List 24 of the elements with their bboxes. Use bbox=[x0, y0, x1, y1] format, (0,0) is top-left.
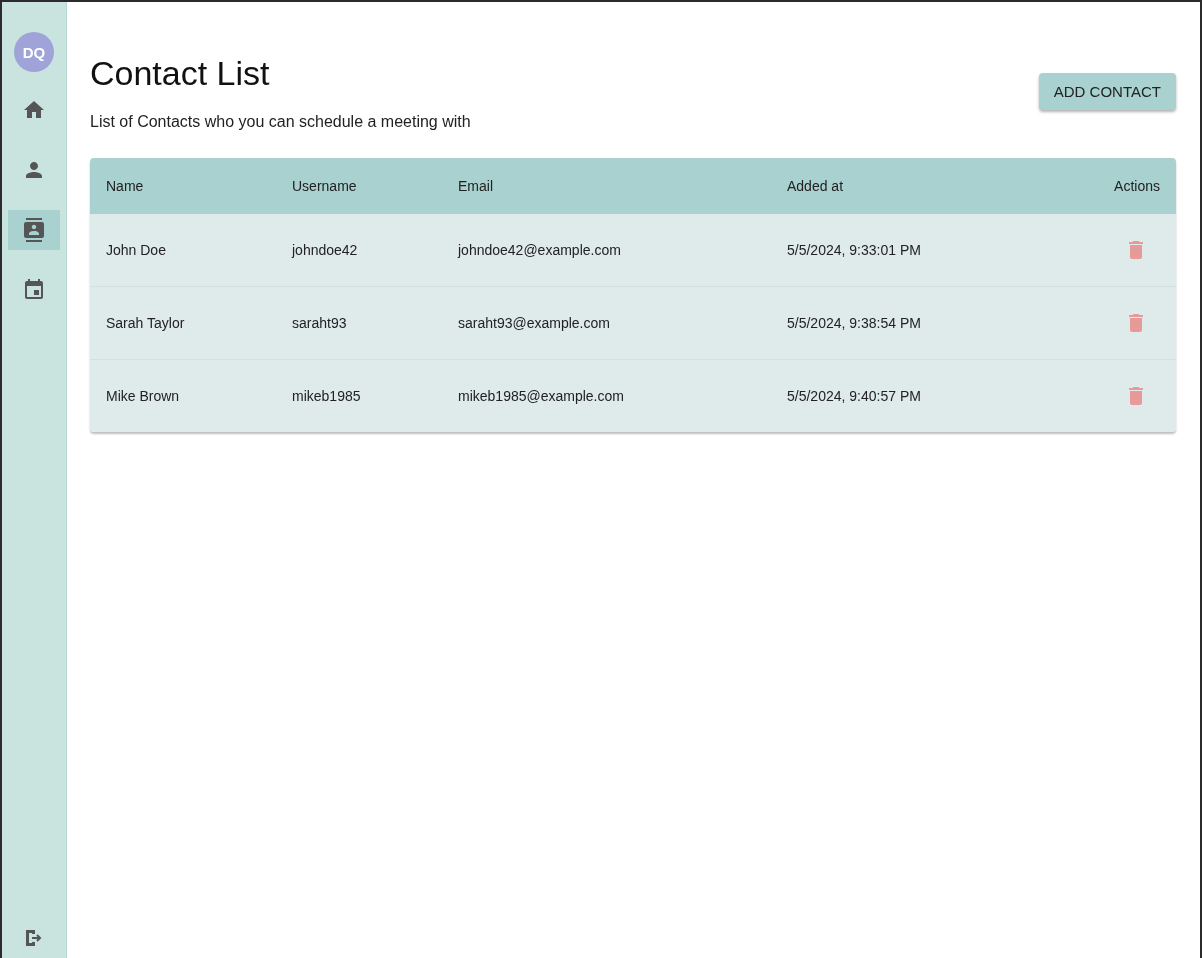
table-cell-text: 5/5/2024, 9:40:57 PM bbox=[787, 388, 922, 404]
nav-item[interactable] bbox=[8, 210, 60, 250]
table-cell-text: John Doe bbox=[106, 242, 167, 258]
table-cell-text: mikeb1985 bbox=[292, 388, 362, 404]
page-title: Contact List bbox=[90, 54, 271, 93]
page-subtitle: List of Contacts who you can schedule a meeting with bbox=[90, 113, 471, 131]
column-header: Email bbox=[458, 178, 494, 194]
column-header: Added at bbox=[787, 178, 845, 194]
table-cell-text: 5/5/2024, 9:38:54 PM bbox=[787, 315, 922, 331]
table-cell-text: Sarah Taylor bbox=[106, 315, 186, 331]
contact-card-icon bbox=[22, 218, 46, 242]
table-cell-text: johndoe42@example.com bbox=[458, 242, 622, 258]
table-cell-text: saraht93@example.com bbox=[458, 315, 611, 331]
avatar: DQ bbox=[14, 32, 54, 72]
column-header: Username bbox=[292, 178, 358, 194]
column-header: Name bbox=[106, 178, 145, 194]
column-header: Actions bbox=[1114, 178, 1160, 194]
table-cell-text: 5/5/2024, 9:33:01 PM bbox=[787, 242, 922, 258]
table-cell-text: Mike Brown bbox=[106, 388, 181, 404]
table-cell-text: saraht93 bbox=[292, 315, 348, 331]
table-cell-text: mikeb1985@example.com bbox=[458, 388, 625, 404]
table-cell-text: johndoe42 bbox=[292, 242, 359, 258]
add-contact-button[interactable]: ADD CONTACT bbox=[1038, 73, 1176, 110]
calendar-icon bbox=[22, 278, 46, 302]
